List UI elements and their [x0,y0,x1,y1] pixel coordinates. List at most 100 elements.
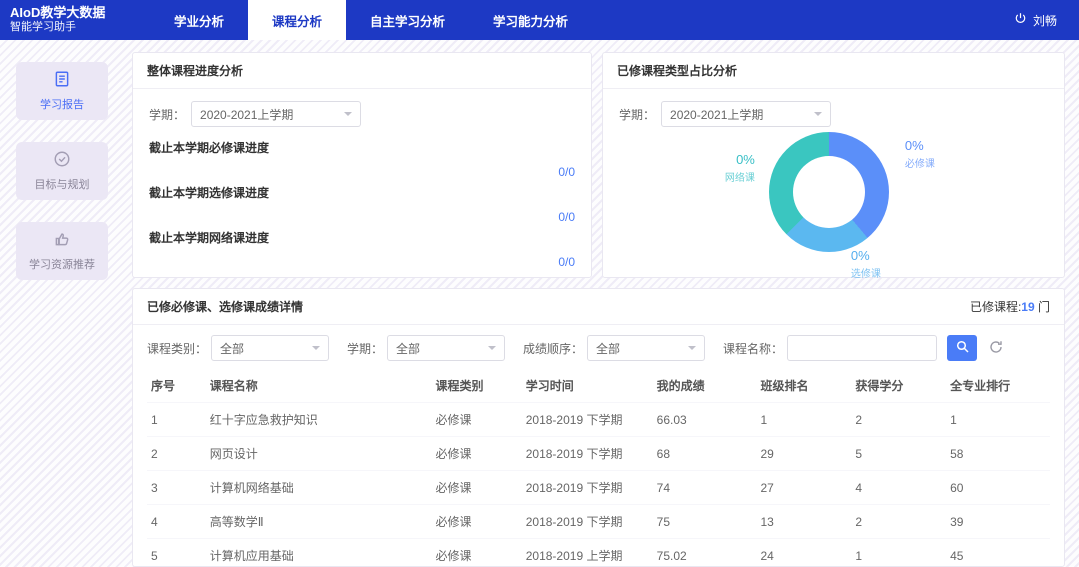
nav-tab[interactable]: 课程分析 [248,0,346,40]
table-row: 2 网页设计 必修课 2018-2019 下学期 68 29 5 58 [147,437,1050,471]
cell-credits: 2 [851,403,946,437]
score-order-select[interactable]: 全部 [587,335,705,361]
app-subtitle: 智能学习助手 [10,21,150,35]
cell-time: 2018-2019 下学期 [522,471,653,505]
table-row: 3 计算机网络基础 必修课 2018-2019 下学期 74 27 4 60 [147,471,1050,505]
donut-label-network: 0% 网络课 [725,152,755,184]
donut-card-title: 已修课程类型占比分析 [617,62,737,79]
cell-major-rank: 39 [946,505,1050,539]
cell-index: 5 [147,539,206,567]
nav-tab[interactable]: 学业分析 [150,0,248,40]
donut-label-pct: 0% [851,248,881,263]
category-filter-label: 课程类别： [147,340,207,357]
cell-time: 2018-2019 上学期 [522,539,653,567]
cell-course-name: 网页设计 [206,437,432,471]
col-header-category: 课程类别 [431,369,521,403]
donut-card-body: 学期： 2020-2021上学期 0% 网络课 [603,89,1064,277]
donut-hole [793,156,865,228]
donut-label-name: 必修课 [905,155,935,170]
power-icon [1014,12,1027,28]
course-count-suffix: 门 [1035,300,1050,314]
course-count-prefix: 已修课程: [970,300,1021,314]
semester-select-value: 2020-2021上学期 [670,106,763,123]
cell-index: 4 [147,505,206,539]
semester-filter-value: 全部 [396,340,420,357]
cell-index: 3 [147,471,206,505]
progress-card-header: 整体课程进度分析 [133,53,591,89]
category-select[interactable]: 全部 [211,335,329,361]
semester-select-value: 2020-2021上学期 [200,106,293,123]
course-count-value: 19 [1021,300,1034,314]
cell-credits: 4 [851,471,946,505]
course-name-input[interactable] [787,335,937,361]
semester-select[interactable]: 2020-2021上学期 [661,101,831,127]
sidebar-item-resource-recommend[interactable]: 学习资源推荐 [16,222,108,280]
cell-course-name: 计算机应用基础 [206,539,432,567]
table-filters: 课程类别： 全部 学期： 全部 成绩顺序： 全部 课程名称： [133,325,1064,369]
progress-row-value: 0/0 [149,255,575,269]
sidebar-item-learning-report[interactable]: 学习报告 [16,62,108,120]
search-button[interactable] [947,335,977,361]
progress-row-label: 截止本学期选修课进度 [149,184,575,201]
top-cards-row: 整体课程进度分析 学期： 2020-2021上学期 截 [132,52,1065,278]
app-logo: AIoD教学大数据 智能学习助手 [0,0,150,40]
semester-filter-label: 学期： [347,340,383,357]
cell-class-rank: 1 [757,403,852,437]
progress-card-title: 整体课程进度分析 [147,62,243,79]
chevron-down-icon [488,346,496,350]
progress-rows: 截止本学期必修课进度 0/0 截止本学期选修课进度 0/0 截止本学期网络课进度 [149,139,575,269]
nav-tab[interactable]: 自主学习分析 [346,0,469,40]
course-type-card: 已修课程类型占比分析 学期： 2020-2021上学期 0 [602,52,1065,278]
cell-category: 必修课 [431,539,521,567]
progress-card-body: 学期： 2020-2021上学期 截止本学期必修课进度 0/0 [133,89,591,269]
target-check-icon [53,150,71,171]
nav-tab-label: 学习能力分析 [493,11,568,30]
semester-label: 学期： [619,106,655,123]
donut-label-elective: 0% 选修课 [851,248,881,280]
chevron-down-icon [312,346,320,350]
course-progress-card: 整体课程进度分析 学期： 2020-2021上学期 截 [132,52,592,278]
sidebar-item-goals-planning[interactable]: 目标与规划 [16,142,108,200]
grades-table-body: 1 红十字应急救护知识 必修课 2018-2019 下学期 66.03 1 2 … [147,403,1050,567]
refresh-button[interactable] [983,335,1009,361]
table-row: 5 计算机应用基础 必修课 2018-2019 上学期 75.02 24 1 4… [147,539,1050,567]
header-row: 序号 课程名称 课程类别 学习时间 我的成绩 班级排名 获得学分 全专业排行 [147,369,1050,403]
cell-course-name: 计算机网络基础 [206,471,432,505]
main-area: 整体课程进度分析 学期： 2020-2021上学期 截 [122,40,1079,567]
refresh-icon [989,340,1003,357]
donut-label-required: 0% 必修课 [905,138,935,170]
progress-row-value: 0/0 [149,165,575,179]
table-row: 4 高等数学Ⅱ 必修课 2018-2019 下学期 75 13 2 39 [147,505,1050,539]
progress-row-label: 截止本学期必修课进度 [149,139,575,156]
cell-class-rank: 29 [757,437,852,471]
col-header-class-rank: 班级排名 [757,369,852,403]
course-name-label: 课程名称： [723,340,783,357]
user-name: 刘畅 [1033,12,1057,29]
col-header-course-name: 课程名称 [206,369,432,403]
semester-label: 学期： [149,106,185,123]
semester-select[interactable]: 2020-2021上学期 [191,101,361,127]
cell-score: 75.02 [653,539,757,567]
cell-score: 75 [653,505,757,539]
col-header-time: 学习时间 [522,369,653,403]
semester-filter-select[interactable]: 全部 [387,335,505,361]
user-menu[interactable]: 刘畅 [1014,0,1079,40]
cell-major-rank: 60 [946,471,1050,505]
chevron-down-icon [814,112,822,116]
workspace: 学习报告 目标与规划 学习资源推荐 整体课程进度分析 学期： [0,40,1079,567]
cell-class-rank: 24 [757,539,852,567]
nav-tab-label: 学业分析 [174,11,224,30]
cell-category: 必修课 [431,403,521,437]
cell-course-name: 高等数学Ⅱ [206,505,432,539]
col-header-major-rank: 全专业排行 [946,369,1050,403]
progress-row: 截止本学期必修课进度 0/0 [149,139,575,179]
nav-tab-label: 自主学习分析 [370,11,445,30]
chevron-down-icon [344,112,352,116]
nav-tab[interactable]: 学习能力分析 [469,0,592,40]
sidebar-item-label: 学习报告 [40,96,84,112]
chevron-down-icon [688,346,696,350]
score-order-value: 全部 [596,340,620,357]
donut-label-name: 选修课 [851,265,881,280]
cell-time: 2018-2019 下学期 [522,505,653,539]
course-count: 已修课程:19 门 [970,298,1050,315]
